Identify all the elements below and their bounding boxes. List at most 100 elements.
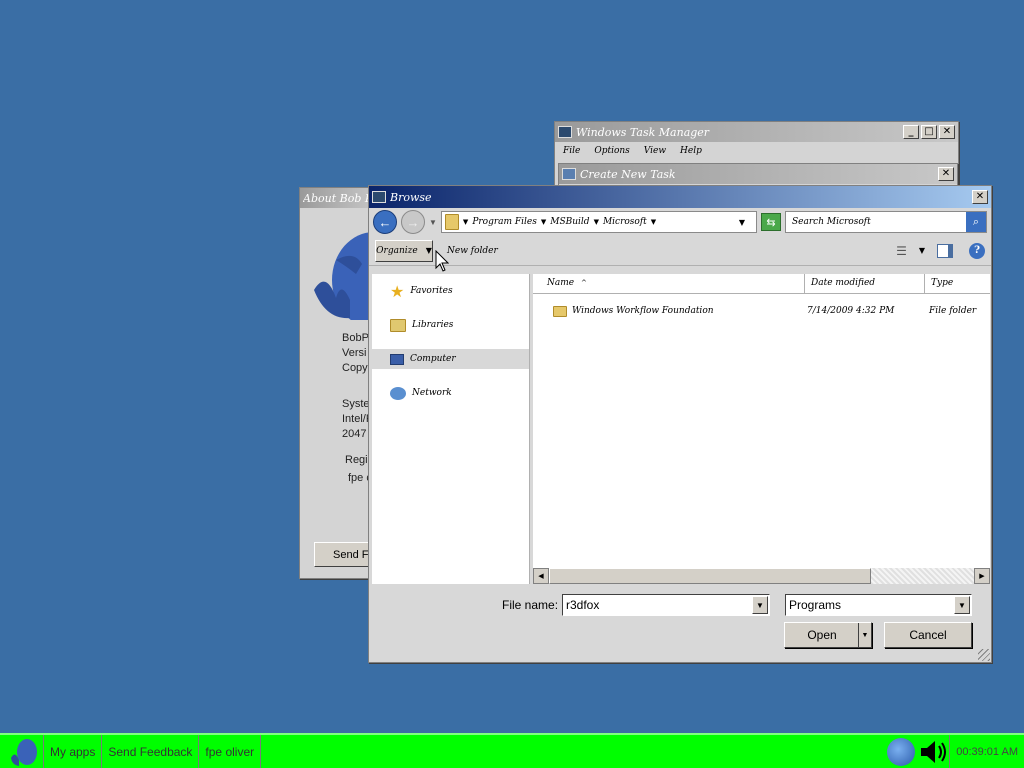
chevron-right-icon[interactable]: ▼	[463, 218, 468, 226]
back-arrow-icon[interactable]: ←	[373, 210, 397, 234]
breadcrumb-item[interactable]: MSBuild	[550, 217, 589, 227]
nav-label: Favorites	[410, 286, 453, 296]
taskbar: My apps Send Feedback fpe oliver 00:39:0…	[0, 733, 1024, 768]
minimize-button[interactable]: _	[903, 125, 919, 139]
row-type: File folder	[929, 306, 977, 316]
nav-label: Network	[412, 388, 452, 398]
nav-label: Libraries	[412, 320, 454, 330]
breadcrumb-item[interactable]: Microsoft	[603, 217, 647, 227]
search-input[interactable]: Search Microsoft ⌕	[785, 211, 987, 233]
column-type-label: Type	[931, 278, 954, 288]
nav-label: Computer	[410, 354, 456, 364]
network-globe-icon[interactable]	[887, 737, 916, 766]
about-title: About Bob Program	[303, 191, 375, 205]
folder-icon	[553, 305, 567, 317]
about-window: About Bob Program BobP Versi Copy Syste …	[299, 187, 416, 579]
nav-libraries[interactable]: Libraries	[372, 315, 529, 335]
menu-help[interactable]: Help	[680, 146, 702, 156]
column-date[interactable]: Date modified	[805, 274, 925, 293]
create-task-icon	[562, 168, 576, 180]
close-button[interactable]: ✕	[972, 190, 988, 204]
organize-label: Organize	[376, 245, 418, 256]
filename-label: File name:	[502, 598, 559, 612]
taskbar-item-user[interactable]: fpe oliver	[199, 735, 262, 768]
star-icon: ★	[390, 281, 405, 301]
create-task-title: Create New Task	[580, 167, 676, 181]
menu-options[interactable]: Options	[594, 146, 629, 156]
close-button[interactable]: ✕	[938, 167, 954, 181]
nav-favorites[interactable]: ★ Favorites	[372, 281, 529, 301]
address-dropdown-icon[interactable]: ▼	[739, 218, 745, 227]
file-type-select[interactable]: Programs ▼	[785, 594, 972, 616]
scroll-thumb[interactable]	[549, 568, 871, 584]
browse-title: Browse	[390, 190, 432, 204]
list-header: Name ^ Date modified Type	[533, 274, 990, 294]
row-date: 7/14/2009 4:32 PM	[807, 306, 895, 316]
resize-grip-icon[interactable]	[978, 649, 990, 661]
open-label: Open	[807, 628, 837, 642]
address-bar[interactable]: ▼ Program Files ▼ MSBuild ▼ Microsoft ▼ …	[440, 211, 757, 233]
column-type[interactable]: Type	[925, 274, 990, 293]
libraries-icon	[390, 318, 406, 332]
start-button[interactable]	[0, 735, 44, 768]
browse-dialog: Browse ✕ ← → ▼ ▼ Program Files ▼ MSBuild…	[368, 185, 992, 663]
filename-input[interactable]: r3dfox ▼	[562, 594, 770, 616]
refresh-icon[interactable]: ⇆	[761, 213, 781, 231]
sort-up-icon: ^	[580, 279, 587, 287]
task-manager-title: Windows Task Manager	[576, 125, 710, 139]
taskbar-item-my-apps[interactable]: My apps	[44, 735, 103, 768]
menu-view[interactable]: View	[644, 146, 666, 156]
browse-titlebar[interactable]: Browse ✕	[369, 186, 991, 208]
file-list: Name ^ Date modified Type Windows Workfl…	[533, 274, 990, 584]
command-toolbar: Organize ▼ New folder ☰ ▼ ?	[369, 236, 991, 266]
navigation-bar: ← → ▼ ▼ Program Files ▼ MSBuild ▼ Micros…	[369, 208, 991, 236]
help-icon[interactable]: ?	[969, 242, 985, 259]
history-chevron-icon[interactable]: ▼	[429, 218, 437, 227]
column-date-label: Date modified	[811, 278, 876, 288]
clock: 00:39:01 AM	[949, 735, 1024, 768]
column-name-label: Name	[547, 278, 575, 288]
chevron-down-icon[interactable]: ▼	[919, 246, 925, 255]
scroll-left-icon[interactable]: ◀	[533, 568, 549, 584]
organize-button[interactable]: Organize ▼	[375, 239, 433, 262]
chevron-down-icon: ▼	[425, 246, 432, 255]
volume-icon[interactable]	[919, 739, 949, 765]
maximize-button[interactable]: □	[921, 125, 937, 139]
folder-icon	[444, 214, 459, 230]
create-task-titlebar[interactable]: Create New Task ✕	[559, 164, 957, 184]
open-dropdown-icon[interactable]: ▼	[858, 623, 871, 647]
chevron-down-icon[interactable]: ▼	[752, 596, 768, 614]
row-name: Windows Workflow Foundation	[572, 306, 714, 316]
mouse-cursor-icon	[435, 250, 449, 272]
about-titlebar[interactable]: About Bob Program	[300, 188, 378, 208]
menu-file[interactable]: File	[563, 146, 580, 156]
bob-logo-icon	[10, 738, 37, 766]
chevron-right-icon[interactable]: ▼	[541, 218, 546, 226]
chevron-right-icon[interactable]: ▼	[594, 218, 599, 226]
column-name[interactable]: Name ^	[533, 274, 805, 293]
close-button[interactable]: ✕	[939, 125, 955, 139]
breadcrumb-item[interactable]: Program Files	[472, 217, 537, 227]
chevron-down-icon[interactable]: ▼	[954, 596, 970, 614]
nav-network[interactable]: Network	[372, 383, 529, 403]
view-options-icon[interactable]: ☰	[896, 244, 907, 258]
task-manager-titlebar[interactable]: Windows Task Manager _ □ ✕	[555, 122, 958, 142]
network-icon	[390, 386, 406, 400]
scroll-right-icon[interactable]: ▶	[974, 568, 990, 584]
navigation-pane: ★ Favorites Libraries Computer Network	[372, 274, 530, 584]
forward-arrow-icon[interactable]: →	[401, 210, 425, 234]
new-folder-button[interactable]: New folder	[447, 246, 498, 256]
preview-pane-icon[interactable]	[937, 243, 953, 258]
search-icon[interactable]: ⌕	[966, 212, 986, 232]
browse-app-icon	[372, 191, 386, 203]
cancel-button[interactable]: Cancel	[884, 622, 972, 648]
filename-value: r3dfox	[566, 598, 600, 612]
chevron-right-icon[interactable]: ▼	[651, 218, 656, 226]
table-row[interactable]: Windows Workflow Foundation 7/14/2009 4:…	[533, 302, 990, 320]
task-manager-icon	[558, 126, 572, 138]
horizontal-scrollbar[interactable]: ◀ ▶	[533, 568, 990, 584]
open-button[interactable]: Open ▼	[784, 622, 872, 648]
computer-icon	[390, 353, 404, 365]
taskbar-item-send-feedback[interactable]: Send Feedback	[102, 735, 200, 768]
nav-computer[interactable]: Computer	[372, 349, 529, 369]
